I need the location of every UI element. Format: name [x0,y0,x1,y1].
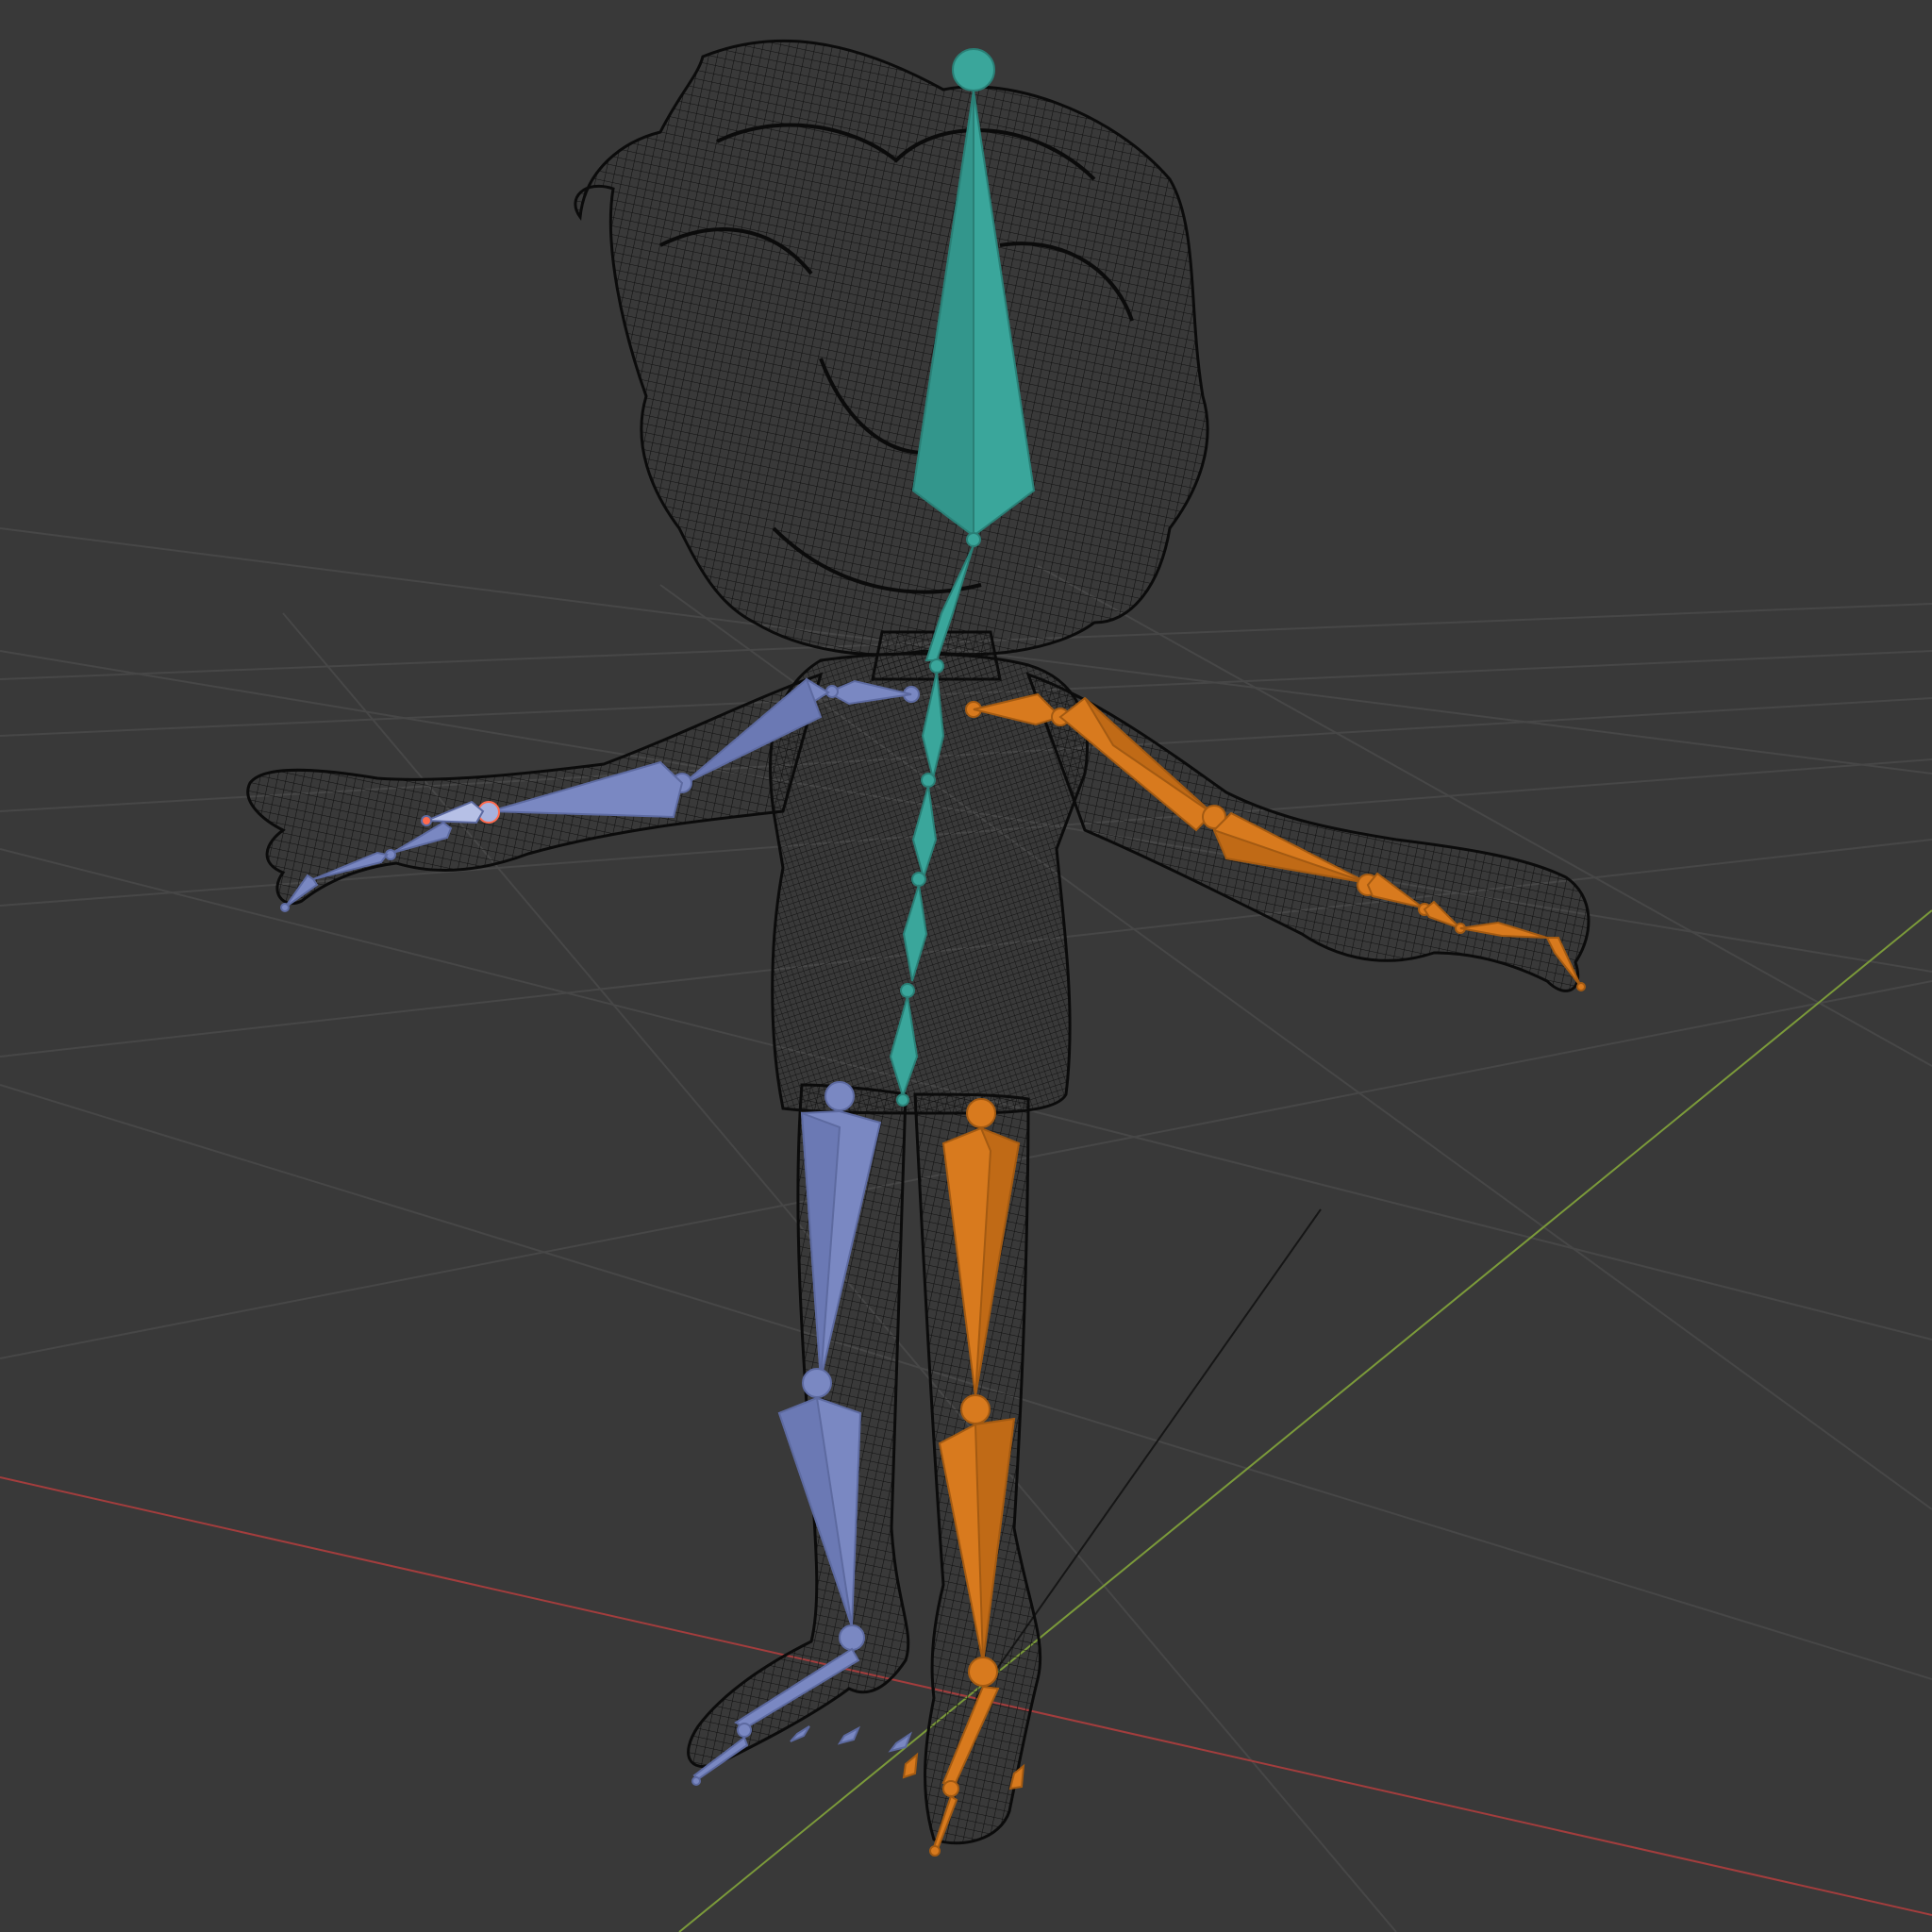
bone-joint-ankle-r [968,1657,998,1687]
bone-joint-hip-l [824,1081,855,1111]
bone-head-tip [952,48,995,92]
mesh-head [574,39,1209,657]
mesh-arm-left [246,672,824,906]
bone-toe-l-small2 [837,1725,860,1745]
bone-joint-ankle-l [839,1624,865,1651]
bone-joint-knee-l [802,1368,832,1398]
bone-joint-hip-r [966,1098,996,1128]
bone-toe-r-small1 [902,1752,919,1779]
bone-toe-l-small3 [888,1731,912,1753]
viewport-canvas[interactable] [0,0,1932,1932]
3d-viewport[interactable] [0,0,1932,1932]
bone-toe-l-small1 [790,1725,810,1742]
bone-joint-knee-r [960,1394,991,1424]
